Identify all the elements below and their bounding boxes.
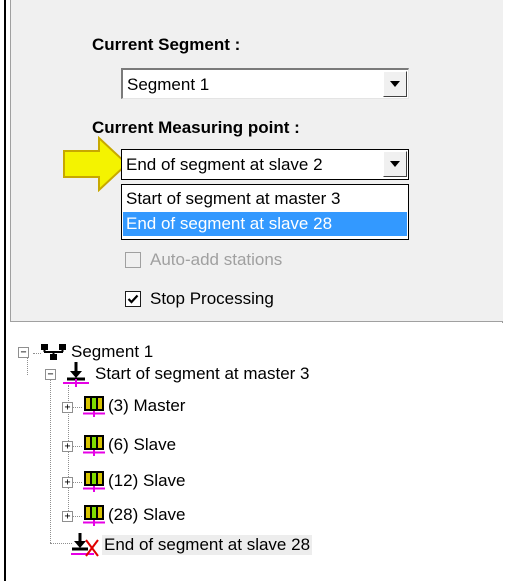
tree-node-station[interactable]: (12) Slave	[82, 470, 185, 492]
expand-station-button[interactable]: +	[62, 402, 73, 413]
tree-node-label: Segment 1	[71, 342, 154, 361]
segment-tree: − Segment 1 − Start of segment at master…	[10, 323, 503, 581]
chevron-down-icon	[390, 81, 400, 87]
tree-node-label: (12) Slave	[108, 471, 186, 490]
tree-node-label: (3) Master	[108, 396, 186, 415]
station-icon	[83, 505, 105, 526]
tree-node-station[interactable]: (6) Slave	[82, 434, 176, 456]
segment-select-value: Segment 1	[127, 75, 210, 94]
measure-end-icon	[71, 533, 99, 557]
checkmark-icon	[127, 294, 139, 304]
tree-node-end[interactable]: End of segment at slave 28	[70, 532, 313, 558]
stop-processing-checkbox[interactable]	[125, 291, 141, 307]
measuring-point-dropdown-button[interactable]	[383, 151, 407, 177]
tree-node-label: End of segment at slave 28	[102, 535, 313, 555]
auto-add-row[interactable]: Auto-add stations	[125, 250, 282, 270]
tree-connector	[50, 543, 72, 544]
collapse-root-button[interactable]: −	[18, 347, 29, 358]
station-icon	[83, 471, 105, 492]
dropdown-option-start[interactable]: Start of segment at master 3	[123, 187, 407, 211]
expand-station-button[interactable]: +	[62, 477, 73, 488]
settings-panel: Current Segment : Segment 1 Current Meas…	[10, 0, 503, 322]
tree-connector	[50, 373, 51, 543]
tree-node-start[interactable]: Start of segment at master 3	[61, 361, 309, 387]
expand-station-button[interactable]: +	[62, 441, 73, 452]
expand-station-button[interactable]: +	[62, 511, 73, 522]
measuring-point-select-value: End of segment at slave 2	[126, 155, 323, 174]
tree-connector	[73, 482, 82, 483]
station-icon	[83, 396, 105, 417]
tree-connector	[27, 357, 28, 375]
tree-node-segment[interactable]: Segment 1	[40, 342, 153, 362]
stop-processing-row[interactable]: Stop Processing	[125, 289, 274, 309]
tree-node-station[interactable]: (3) Master	[82, 395, 185, 417]
measuring-point-select[interactable]: End of segment at slave 2	[121, 149, 409, 180]
segment-select[interactable]: Segment 1	[121, 68, 409, 99]
stop-processing-label: Stop Processing	[150, 289, 274, 308]
tree-node-label: Start of segment at master 3	[95, 364, 310, 383]
auto-add-label: Auto-add stations	[150, 250, 283, 269]
station-icon	[83, 435, 105, 456]
measure-start-icon	[63, 362, 89, 387]
tree-connector	[73, 516, 82, 517]
measuring-point-dropdown-list: Start of segment at master 3 End of segm…	[121, 184, 409, 240]
tree-node-label: (6) Slave	[108, 435, 177, 454]
tree-node-station[interactable]: (28) Slave	[82, 504, 185, 526]
dropdown-option-end[interactable]: End of segment at slave 28	[123, 212, 407, 236]
chevron-down-icon	[390, 161, 400, 167]
network-icon	[41, 344, 66, 360]
segment-label: Current Segment :	[92, 35, 241, 54]
tree-node-label: (28) Slave	[108, 505, 186, 524]
segment-dropdown-button[interactable]	[383, 71, 407, 97]
tree-connector	[73, 407, 82, 408]
tree-connector	[73, 446, 82, 447]
callout-arrow-icon	[63, 136, 129, 192]
auto-add-checkbox[interactable]	[125, 252, 141, 268]
collapse-start-button[interactable]: −	[45, 369, 56, 380]
measuring-point-label: Current Measuring point :	[92, 118, 300, 137]
